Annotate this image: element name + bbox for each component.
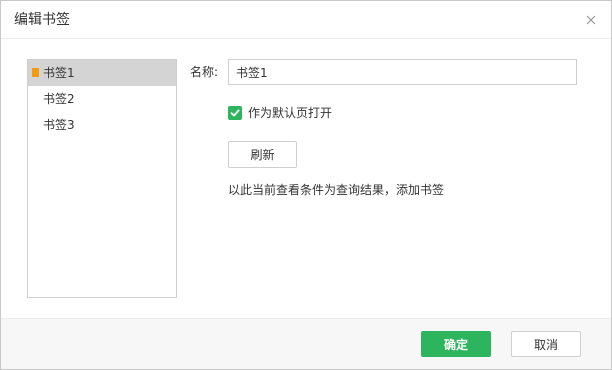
bookmark-item-1[interactable]: 书签1 (28, 60, 176, 86)
hint-text: 以此当前查看条件为查询结果，添加书签 (228, 183, 445, 197)
refresh-button[interactable]: 刷新 (228, 141, 297, 168)
default-page-label: 作为默认页打开 (248, 106, 333, 120)
bookmark-item-3[interactable]: 书签3 (28, 112, 176, 138)
bookmark-item-label: 书签2 (43, 92, 75, 106)
cancel-button[interactable]: 取消 (511, 331, 581, 357)
default-page-option[interactable]: 作为默认页打开 (228, 105, 332, 121)
dialog-footer: 确定 取消 (1, 318, 611, 369)
bookmark-item-2[interactable]: 书签2 (28, 86, 176, 112)
edit-bookmark-dialog: 编辑书签 书签1 书签2 书签3 名称: 书签1 作为默认页打开 刷新 以此当前… (0, 0, 612, 370)
close-icon (586, 15, 596, 25)
close-button[interactable] (581, 10, 601, 30)
dialog-title: 编辑书签 (14, 12, 70, 28)
bookmark-item-label: 书签1 (43, 66, 75, 80)
bookmark-item-label: 书签3 (43, 118, 75, 132)
name-label: 名称: (190, 65, 219, 79)
dialog-header: 编辑书签 (1, 1, 611, 39)
default-page-checkbox[interactable] (228, 106, 242, 120)
bookmark-marker-icon (32, 68, 39, 77)
ok-button[interactable]: 确定 (421, 331, 491, 357)
checkmark-icon (230, 109, 240, 117)
dialog-body: 书签1 书签2 书签3 名称: 作为默认页打开 刷新 以此当前查看条件为查询结果… (1, 39, 611, 318)
bookmark-list: 书签1 书签2 书签3 (27, 59, 177, 298)
name-input[interactable] (228, 59, 577, 85)
